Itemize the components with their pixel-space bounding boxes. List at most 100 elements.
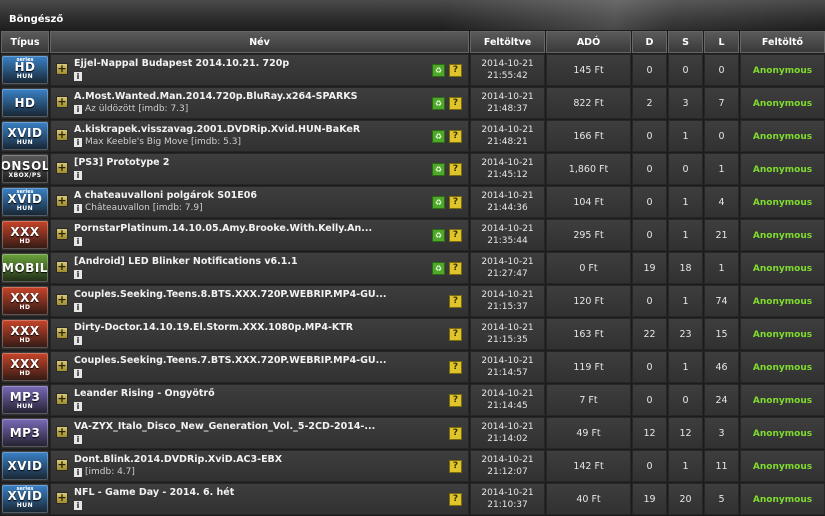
expand-icon[interactable]: + <box>56 426 68 438</box>
type-cell[interactable]: MOBIL <box>1 252 49 284</box>
type-cell[interactable]: XXX HD <box>1 285 49 317</box>
type-cell[interactable]: MP3 HUN <box>1 384 49 416</box>
torrent-title[interactable]: VA-ZYX_Italo_Disco_New_Generation_Vol._5… <box>74 421 420 432</box>
category-badge[interactable]: series XVID HUN <box>2 485 48 513</box>
help-icon[interactable]: ? <box>449 163 462 176</box>
category-badge[interactable]: XXX HD <box>2 287 48 315</box>
category-badge[interactable]: XXX HD <box>2 221 48 249</box>
type-cell[interactable]: series XVID HUN <box>1 186 49 218</box>
column-header-type[interactable]: Típus <box>1 31 49 53</box>
torrent-title[interactable]: [Android] LED Blinker Notifications v6.1… <box>74 256 420 267</box>
type-cell[interactable]: XXX HD <box>1 318 49 350</box>
uploader-name[interactable]: Anonymous <box>753 264 812 274</box>
info-icon[interactable]: i <box>74 369 82 378</box>
expand-icon[interactable]: + <box>56 195 68 207</box>
help-icon[interactable]: ? <box>449 493 462 506</box>
info-icon[interactable]: i <box>74 501 82 510</box>
table-row[interactable]: series XVID HUN + A chateauvalloni polgá… <box>1 186 825 218</box>
expand-icon[interactable]: + <box>56 63 68 75</box>
uploader-name[interactable]: Anonymous <box>753 396 812 406</box>
category-badge[interactable]: XVID HUN <box>2 122 48 150</box>
uploader-name[interactable]: Anonymous <box>753 462 812 472</box>
column-header-tax[interactable]: ADÓ <box>546 31 631 53</box>
category-badge[interactable]: series HD HUN <box>2 56 48 84</box>
column-header-uploaded[interactable]: Feltöltve <box>470 31 545 53</box>
help-icon[interactable]: ? <box>449 427 462 440</box>
info-icon[interactable]: i <box>74 336 82 345</box>
table-row[interactable]: XXX HD + Couples.Seeking.Teens.7.BTS.XXX… <box>1 351 825 383</box>
uploader-name[interactable]: Anonymous <box>753 198 812 208</box>
help-icon[interactable]: ? <box>449 229 462 242</box>
free-leech-icon[interactable]: ♻ <box>432 196 445 209</box>
expand-icon[interactable]: + <box>56 393 68 405</box>
table-row[interactable]: XXX HD + Couples.Seeking.Teens.8.BTS.XXX… <box>1 285 825 317</box>
category-badge[interactable]: HD <box>2 89 48 117</box>
info-icon[interactable]: i <box>74 402 82 411</box>
type-cell[interactable]: XXX HD <box>1 351 49 383</box>
table-row[interactable]: MP3 + VA-ZYX_Italo_Disco_New_Generation_… <box>1 417 825 449</box>
table-row[interactable]: XVID + Dont.Blink.2014.DVDRip.XviD.AC3-E… <box>1 450 825 482</box>
help-icon[interactable]: ? <box>449 130 462 143</box>
table-row[interactable]: series HD HUN + Éjjel-Nappal Budapest 20… <box>1 54 825 86</box>
expand-icon[interactable]: + <box>56 360 68 372</box>
free-leech-icon[interactable]: ♻ <box>432 262 445 275</box>
expand-icon[interactable]: + <box>56 459 68 471</box>
table-row[interactable]: XXX HD + PornstarPlatinum.14.10.05.Amy.B… <box>1 219 825 251</box>
table-row[interactable]: XVID HUN + A.kiskrapek.visszavag.2001.DV… <box>1 120 825 152</box>
torrent-title[interactable]: PornstarPlatinum.14.10.05.Amy.Brooke.Wit… <box>74 223 420 234</box>
category-badge[interactable]: MP3 <box>2 419 48 447</box>
uploader-name[interactable]: Anonymous <box>753 330 812 340</box>
free-leech-icon[interactable]: ♻ <box>432 130 445 143</box>
help-icon[interactable]: ? <box>449 97 462 110</box>
free-leech-icon[interactable]: ♻ <box>432 229 445 242</box>
category-badge[interactable]: MOBIL <box>2 254 48 282</box>
free-leech-icon[interactable]: ♻ <box>432 64 445 77</box>
info-icon[interactable]: i <box>74 171 82 180</box>
type-cell[interactable]: XXX HD <box>1 219 49 251</box>
uploader-name[interactable]: Anonymous <box>753 297 812 307</box>
torrent-title[interactable]: Couples.Seeking.Teens.7.BTS.XXX.720P.WEB… <box>74 355 420 366</box>
expand-icon[interactable]: + <box>56 96 68 108</box>
uploader-name[interactable]: Anonymous <box>753 363 812 373</box>
expand-icon[interactable]: + <box>56 228 68 240</box>
help-icon[interactable]: ? <box>449 328 462 341</box>
column-header-d[interactable]: D <box>632 31 667 53</box>
type-cell[interactable]: series XVID HUN <box>1 483 49 515</box>
help-icon[interactable]: ? <box>449 262 462 275</box>
info-icon[interactable]: i <box>74 237 82 246</box>
help-icon[interactable]: ? <box>449 196 462 209</box>
tab-title[interactable]: Böngésző <box>9 14 63 25</box>
table-row[interactable]: series XVID HUN + NFL - Game Day - 2014.… <box>1 483 825 515</box>
category-badge[interactable]: XXX HD <box>2 353 48 381</box>
torrent-title[interactable]: A chateauvalloni polgárok S01E06 <box>74 190 420 201</box>
free-leech-icon[interactable]: ♻ <box>432 163 445 176</box>
table-row[interactable]: MP3 HUN + Leander Rising - Öngyötrő i ? … <box>1 384 825 416</box>
type-cell[interactable]: XVID <box>1 450 49 482</box>
expand-icon[interactable]: + <box>56 327 68 339</box>
uploader-name[interactable]: Anonymous <box>753 66 812 76</box>
type-cell[interactable]: XVID HUN <box>1 120 49 152</box>
help-icon[interactable]: ? <box>449 460 462 473</box>
info-icon[interactable]: i <box>74 138 82 147</box>
uploader-name[interactable]: Anonymous <box>753 429 812 439</box>
help-icon[interactable]: ? <box>449 295 462 308</box>
table-row[interactable]: MOBIL + [Android] LED Blinker Notificati… <box>1 252 825 284</box>
type-cell[interactable]: CONSOLE XBOX/PS <box>1 153 49 185</box>
category-badge[interactable]: CONSOLE XBOX/PS <box>2 155 48 183</box>
torrent-title[interactable]: Éjjel-Nappal Budapest 2014.10.21. 720p <box>74 58 420 69</box>
info-icon[interactable]: i <box>74 303 82 312</box>
category-badge[interactable]: XXX HD <box>2 320 48 348</box>
category-badge[interactable]: XVID <box>2 452 48 480</box>
help-icon[interactable]: ? <box>449 361 462 374</box>
table-row[interactable]: CONSOLE XBOX/PS + [PS3] Prototype 2 i ♻?… <box>1 153 825 185</box>
help-icon[interactable]: ? <box>449 394 462 407</box>
column-header-s[interactable]: S <box>668 31 703 53</box>
imdb-rating[interactable]: [imdb: 7.9] <box>153 203 203 213</box>
expand-icon[interactable]: + <box>56 261 68 273</box>
info-icon[interactable]: i <box>74 105 82 114</box>
torrent-title[interactable]: NFL - Game Day - 2014. 6. hét <box>74 487 420 498</box>
expand-icon[interactable]: + <box>56 294 68 306</box>
expand-icon[interactable]: + <box>56 162 68 174</box>
torrent-title[interactable]: Dirty-Doctor.14.10.19.El.Storm.XXX.1080p… <box>74 322 420 333</box>
torrent-title[interactable]: Leander Rising - Öngyötrő <box>74 388 420 399</box>
